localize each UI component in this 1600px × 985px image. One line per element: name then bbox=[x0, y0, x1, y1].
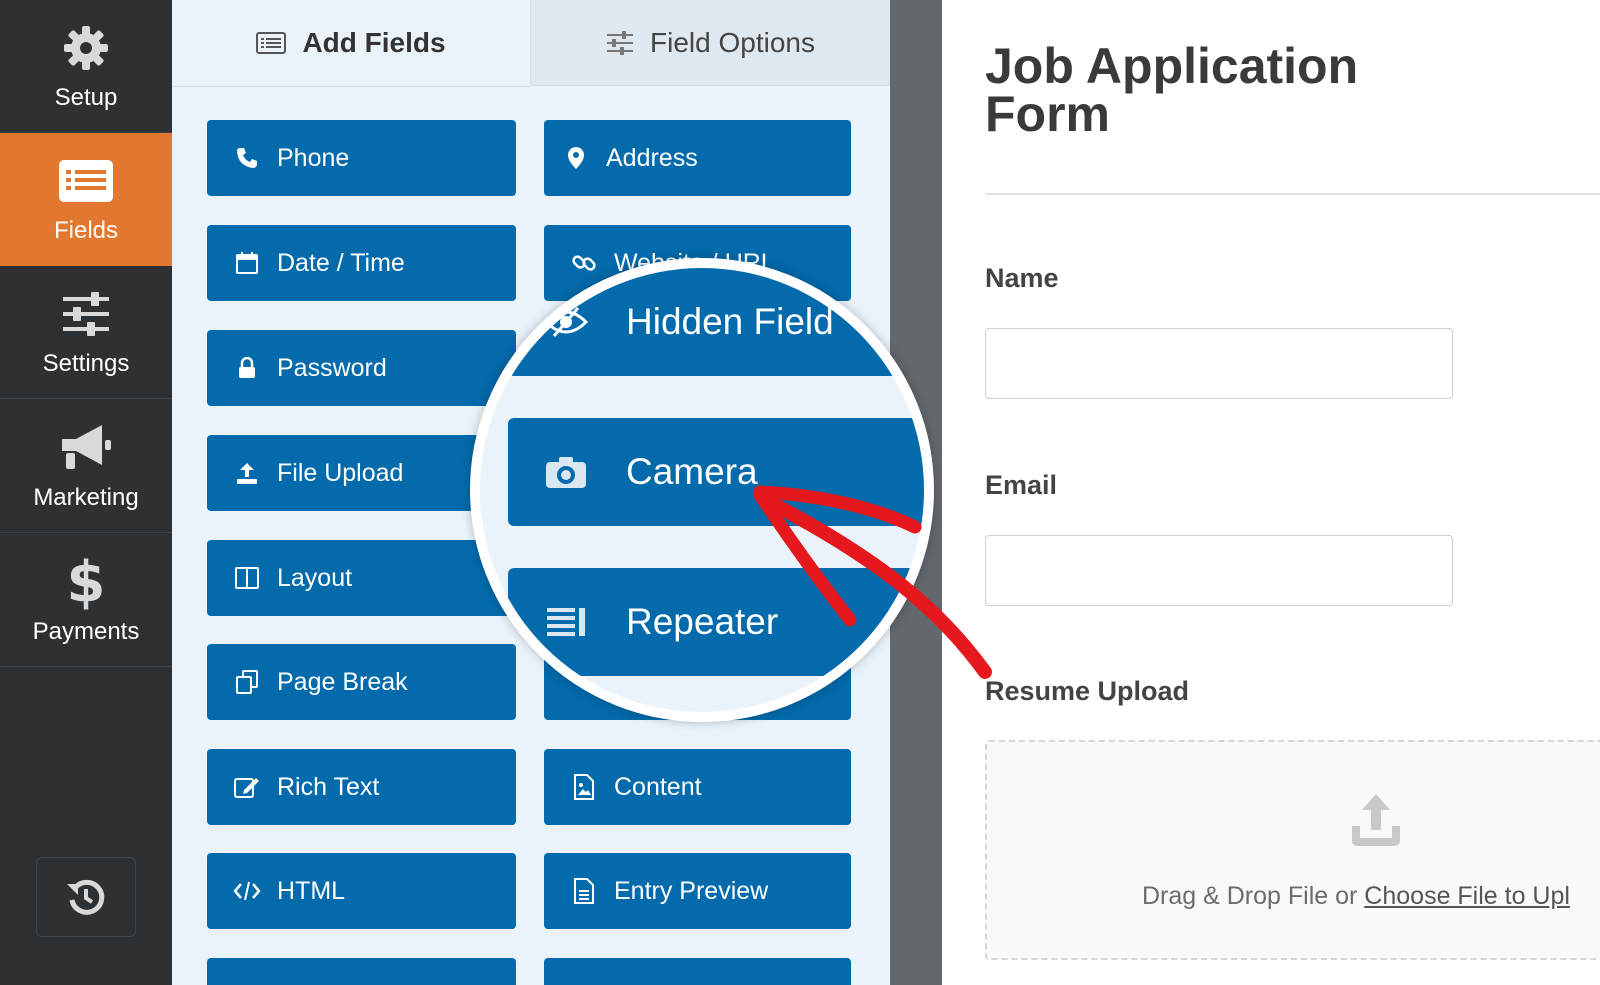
builder-sidebar: Setup Fields Settings Marketing $ Paymen… bbox=[0, 0, 172, 985]
nav-setup[interactable]: Setup bbox=[0, 0, 172, 133]
nav-fields[interactable]: Fields bbox=[0, 133, 172, 266]
field-button-partial[interactable] bbox=[207, 958, 516, 985]
choose-file-link[interactable]: Choose File to Upl bbox=[1364, 882, 1570, 910]
megaphone-icon bbox=[0, 420, 172, 476]
tab-divider bbox=[172, 86, 530, 87]
field-label: Repeater bbox=[626, 601, 779, 642]
name-input[interactable] bbox=[985, 328, 1453, 399]
field-button-entry-preview[interactable]: Entry Preview bbox=[544, 853, 851, 929]
field-label: Phone bbox=[277, 143, 350, 172]
upload-icon bbox=[1350, 792, 1402, 853]
eye-slash-icon bbox=[536, 306, 596, 338]
phone-icon bbox=[227, 147, 267, 169]
nav-setup-label: Setup bbox=[54, 84, 118, 111]
calendar-icon bbox=[227, 251, 267, 275]
field-label: File Upload bbox=[277, 458, 404, 487]
nav-settings-label: Settings bbox=[42, 350, 130, 377]
history-icon bbox=[67, 879, 105, 915]
dropzone-instructions: Drag & Drop File or bbox=[1142, 882, 1365, 910]
sliders-icon bbox=[607, 30, 634, 55]
name-label: Name bbox=[985, 263, 1059, 293]
nav-fields-label: Fields bbox=[53, 217, 119, 244]
form-title: Job Application Form bbox=[985, 38, 1359, 142]
gear-icon bbox=[0, 20, 172, 76]
field-button-rich-text[interactable]: Rich Text bbox=[207, 749, 516, 825]
columns-icon bbox=[227, 567, 267, 589]
form-list-icon bbox=[0, 153, 172, 209]
tab-add-fields-label: Add Fields bbox=[302, 27, 446, 58]
field-button-repeater[interactable]: Repeater bbox=[508, 568, 924, 676]
field-label: Layout bbox=[277, 563, 353, 592]
field-button-content[interactable]: Content bbox=[544, 749, 851, 825]
upload-icon bbox=[227, 461, 267, 485]
dropzone-text: Drag & Drop File or Choose File to Upl bbox=[1142, 882, 1570, 911]
field-button-html[interactable]: HTML bbox=[207, 853, 516, 929]
field-label: Page Break bbox=[277, 667, 408, 696]
repeater-list-icon bbox=[536, 607, 596, 637]
field-label: Rich Text bbox=[277, 772, 380, 801]
nav-payments[interactable]: $ Payments bbox=[0, 534, 172, 667]
nav-settings[interactable]: Settings bbox=[0, 266, 172, 399]
field-label: Password bbox=[277, 353, 387, 382]
map-marker-icon bbox=[556, 146, 596, 170]
list-icon bbox=[256, 32, 287, 54]
sliders-icon bbox=[0, 286, 172, 342]
tab-add-fields[interactable]: Add Fields bbox=[172, 0, 530, 86]
email-input[interactable] bbox=[985, 535, 1453, 606]
field-label: Camera bbox=[626, 451, 758, 492]
field-button-layout[interactable]: Layout bbox=[207, 540, 516, 616]
dollar-icon: $ bbox=[66, 549, 106, 615]
tab-field-options-label: Field Options bbox=[650, 26, 815, 58]
camera-icon bbox=[536, 455, 596, 489]
copy-icon bbox=[227, 669, 267, 695]
edit-icon bbox=[227, 775, 267, 799]
field-label: Address bbox=[606, 143, 698, 172]
field-button-password[interactable]: Password bbox=[207, 330, 516, 406]
lock-icon bbox=[227, 357, 267, 379]
field-button-phone[interactable]: Phone bbox=[207, 120, 516, 196]
field-button-camera[interactable]: Camera bbox=[508, 418, 924, 526]
file-text-icon bbox=[564, 878, 604, 904]
field-button-page-break[interactable]: Page Break bbox=[207, 644, 516, 720]
file-dropzone[interactable]: Drag & Drop File or Choose File to Upl bbox=[985, 740, 1600, 960]
field-label: Hidden Field bbox=[626, 301, 834, 342]
field-label: HTML bbox=[277, 876, 346, 905]
code-icon bbox=[227, 881, 267, 901]
field-button-partial-2[interactable] bbox=[544, 958, 851, 985]
field-label: Entry Preview bbox=[614, 876, 769, 905]
field-label: Date / Time bbox=[277, 248, 405, 277]
revisions-button[interactable] bbox=[36, 857, 136, 937]
nav-marketing[interactable]: Marketing bbox=[0, 400, 172, 533]
image-file-icon bbox=[564, 774, 604, 800]
email-label: Email bbox=[985, 470, 1058, 500]
magnifier-callout: Hidden Field Camera Repeater bbox=[470, 258, 934, 722]
field-button-date-time[interactable]: Date / Time bbox=[207, 225, 516, 301]
nav-marketing-label: Marketing bbox=[33, 484, 139, 511]
field-label: Content bbox=[614, 772, 702, 801]
field-button-hidden-field[interactable]: Hidden Field bbox=[508, 268, 924, 376]
resume-upload-label: Resume Upload bbox=[985, 676, 1190, 706]
nav-payments-label: Payments bbox=[32, 618, 140, 645]
title-divider bbox=[985, 193, 1600, 195]
form-preview: Job Application Form Name Email Resume U… bbox=[942, 0, 1600, 985]
tab-field-options[interactable]: Field Options bbox=[530, 0, 890, 86]
field-button-address[interactable]: Address bbox=[544, 120, 851, 196]
